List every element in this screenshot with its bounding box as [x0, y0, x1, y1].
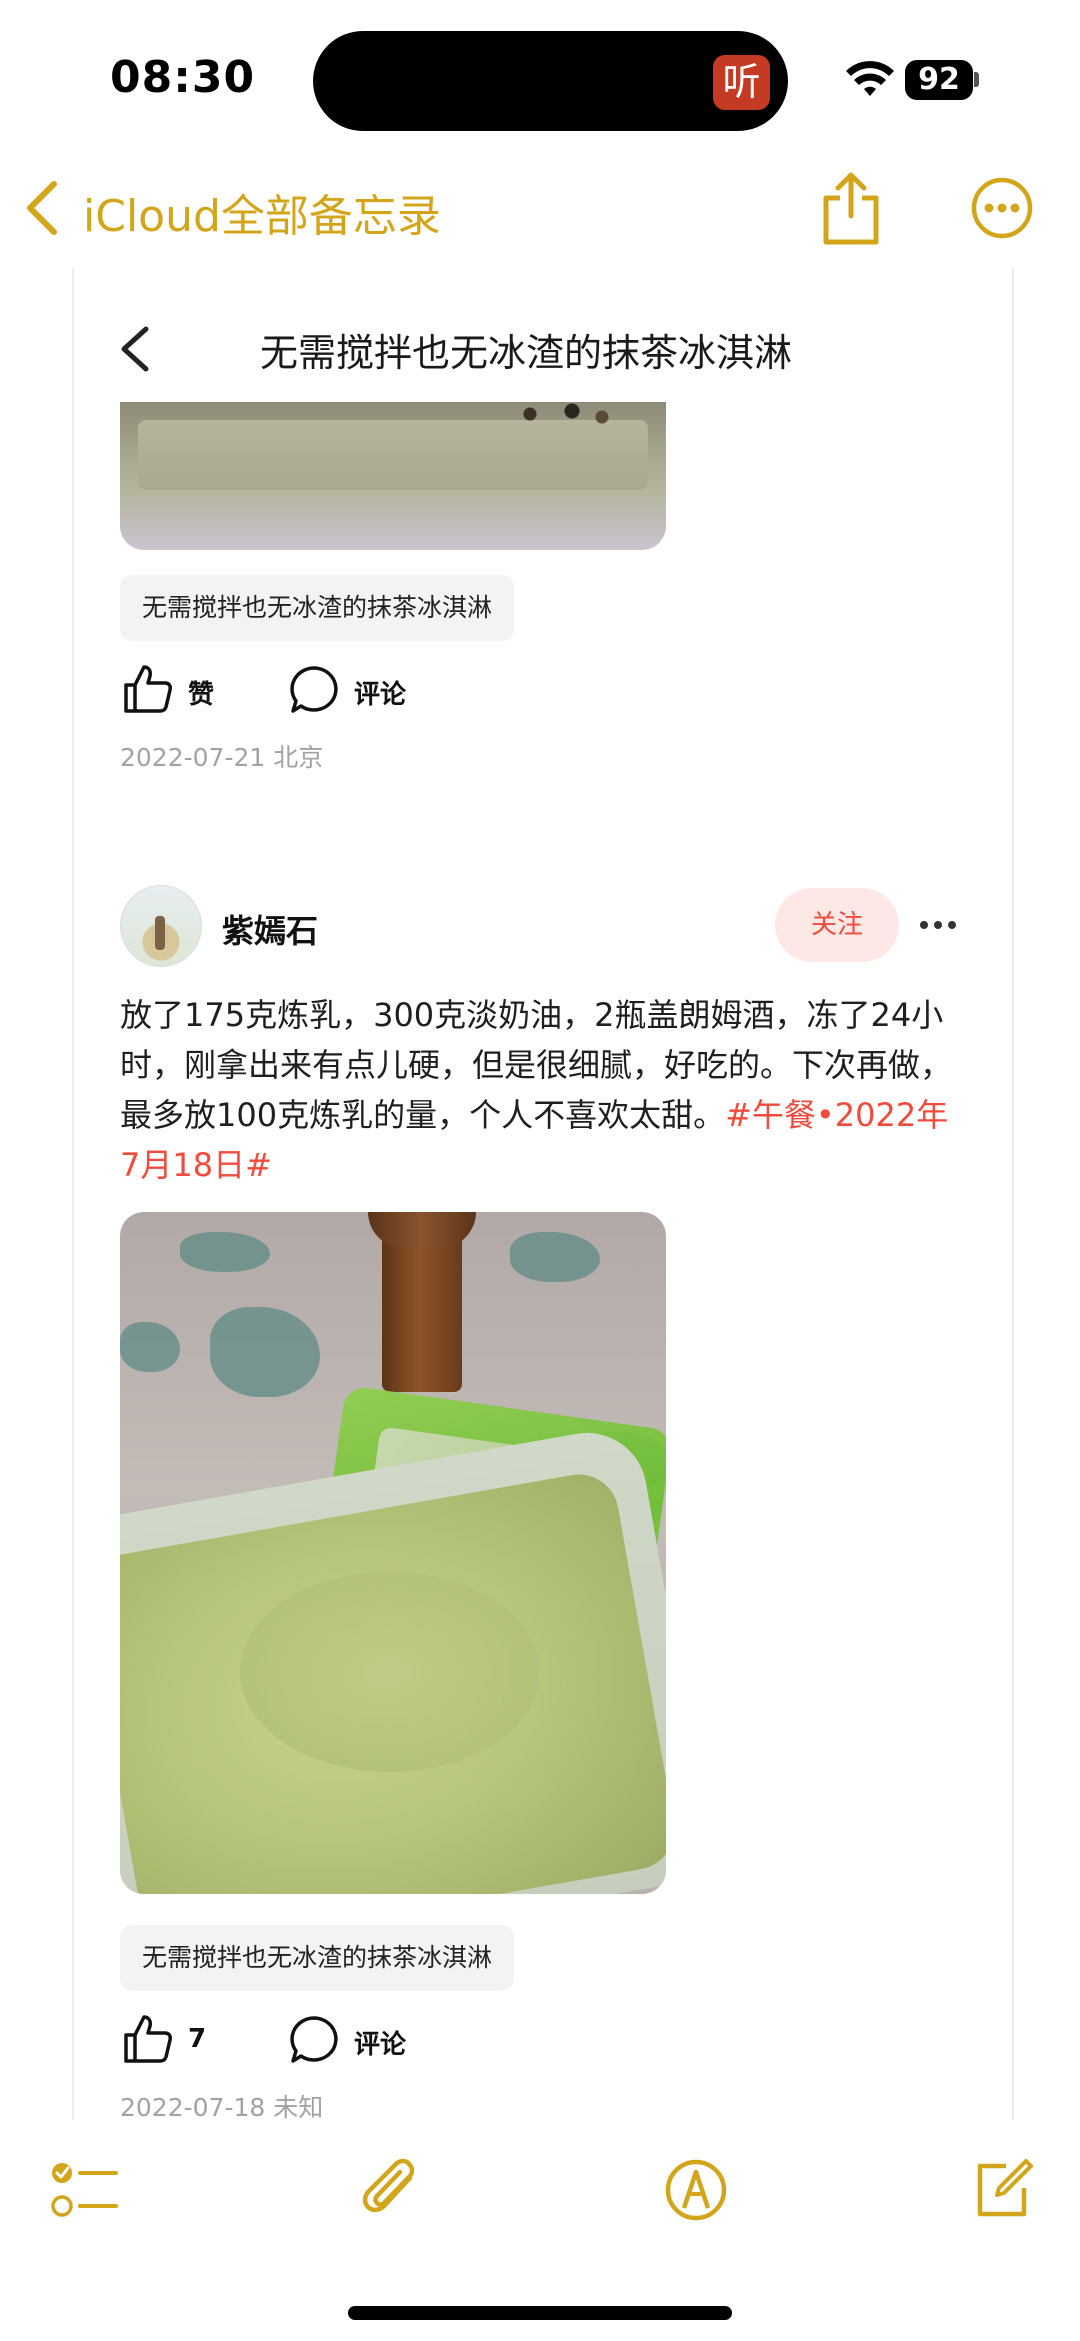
chevron-left-icon[interactable]	[22, 178, 62, 238]
checklist-icon[interactable]	[50, 2160, 120, 2220]
avatar[interactable]	[120, 885, 202, 967]
post-photo[interactable]	[120, 1212, 666, 1894]
post-meta: 2022-07-18 未知	[120, 2093, 324, 2122]
battery-tip	[974, 72, 979, 87]
comment-icon[interactable]	[288, 664, 340, 716]
paperclip-icon[interactable]	[360, 2158, 422, 2224]
like-icon[interactable]	[122, 663, 174, 715]
follow-button[interactable]: 关注	[775, 888, 899, 962]
markup-icon[interactable]	[664, 2158, 728, 2222]
chevron-left-icon[interactable]	[118, 325, 152, 373]
compose-icon[interactable]	[972, 2158, 1034, 2220]
comment-label[interactable]: 评论	[354, 674, 406, 711]
like-count[interactable]: 7	[188, 2024, 206, 2054]
author-name[interactable]: 紫嫣石	[222, 906, 318, 952]
comment-icon[interactable]	[288, 2014, 340, 2066]
like-icon[interactable]	[122, 2013, 174, 2065]
article-title: 无需搅拌也无冰渣的抹茶冰淇淋	[260, 331, 793, 375]
wifi-icon	[846, 61, 894, 96]
home-indicator[interactable]	[348, 2306, 732, 2320]
post-photo[interactable]	[120, 402, 666, 550]
more-icon[interactable]	[970, 176, 1034, 240]
listen-app-icon: 听	[713, 55, 770, 110]
caption-chip[interactable]: 无需搅拌也无冰渣的抹茶冰淇淋	[120, 1925, 515, 1991]
share-icon[interactable]	[818, 170, 884, 246]
comment-label[interactable]: 评论	[354, 2024, 406, 2061]
battery-indicator: 92	[905, 60, 973, 100]
back-to-all-notes-link[interactable]: iCloud全部备忘录	[83, 180, 441, 244]
post-text: 放了175克炼乳，300克淡奶油，2瓶盖朗姆酒，冻了24小时，刚拿出来有点儿硬，…	[120, 990, 960, 1190]
more-dots-icon[interactable]	[918, 913, 958, 937]
caption-chip[interactable]: 无需搅拌也无冰渣的抹茶冰淇淋	[120, 575, 515, 641]
like-label[interactable]: 赞	[188, 674, 214, 711]
post-meta: 2022-07-21 北京	[120, 743, 324, 772]
status-time: 08:30	[110, 52, 256, 103]
